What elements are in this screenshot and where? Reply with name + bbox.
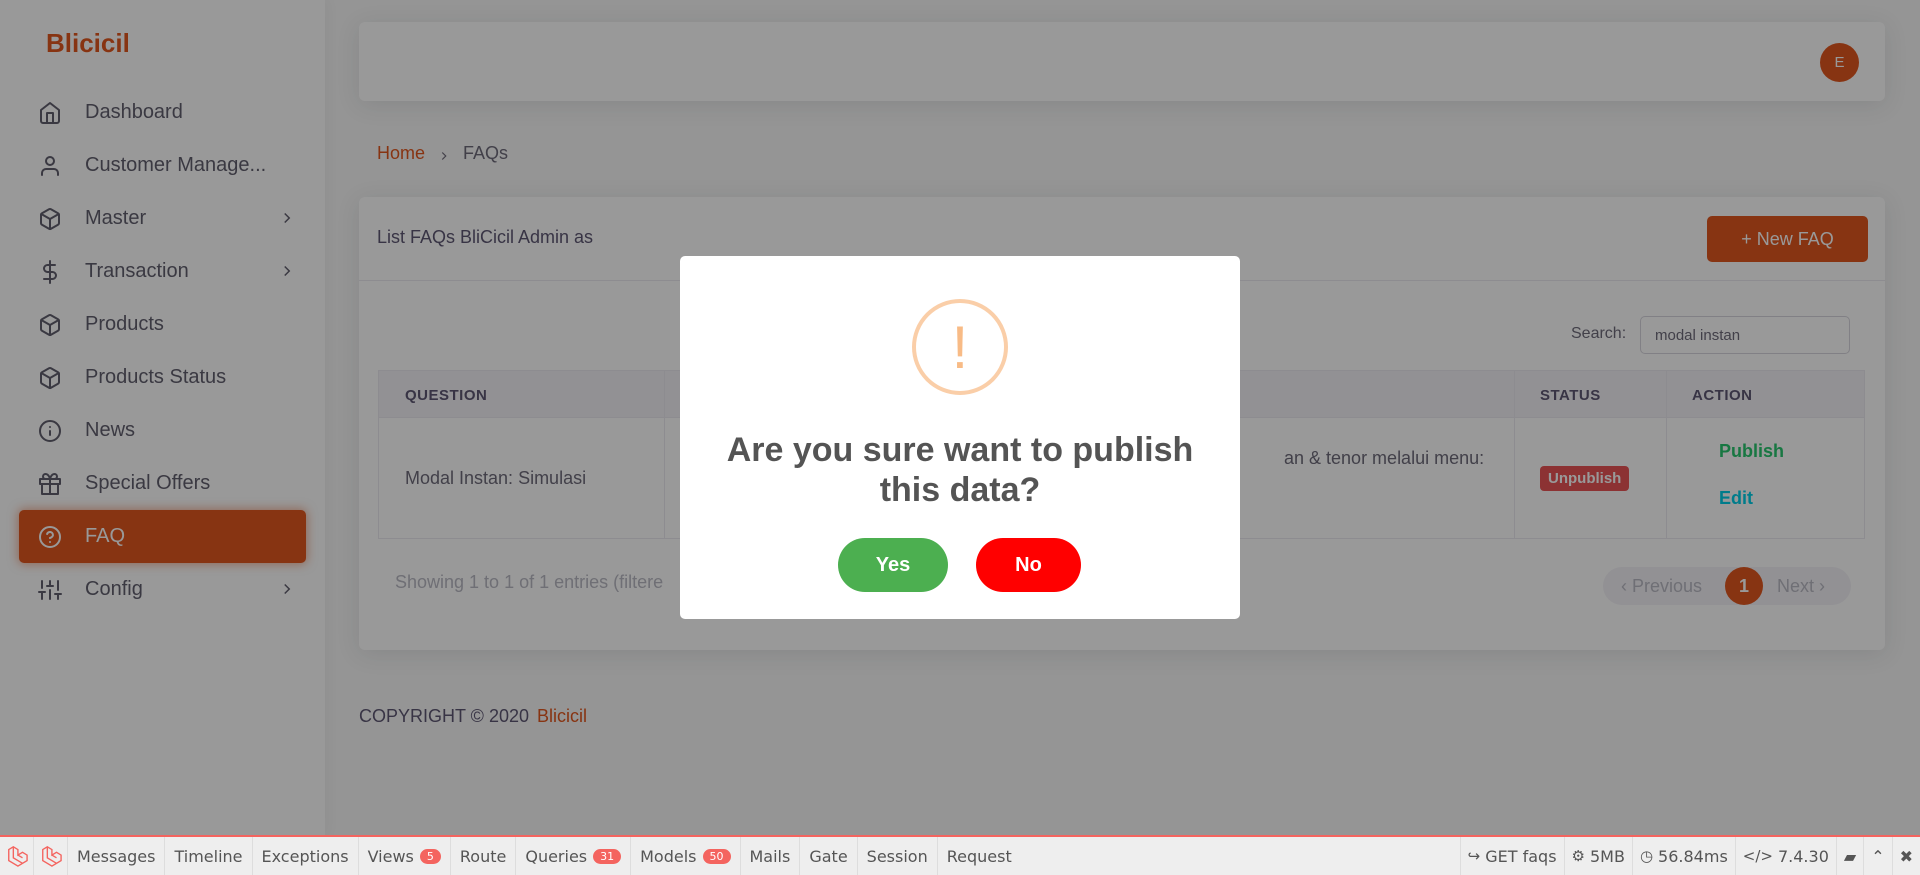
debug-tab-label: Models xyxy=(640,846,697,866)
debug-time-indicator: ◷ 56.84ms xyxy=(1631,837,1735,875)
debug-tab-label: Queries xyxy=(525,846,588,866)
code-icon: </> xyxy=(1742,847,1773,865)
debug-tab-gate[interactable]: Gate xyxy=(800,837,858,875)
close-icon[interactable]: ✖ xyxy=(1891,837,1920,875)
clock-icon: ◷ xyxy=(1639,847,1654,865)
debug-tab-messages[interactable]: Messages xyxy=(68,837,166,875)
debugbar-right: ↪ GET faqs ⚙ 5MB ◷ 56.84ms </> 7.4.30 ▰ ⌃ ✖ xyxy=(1459,837,1920,875)
modal-backdrop[interactable]: ! Are you sure want to publish this data… xyxy=(0,0,1920,835)
count-badge: 31 xyxy=(593,848,622,864)
debug-tab-label: Gate xyxy=(809,846,848,866)
confirm-yes-button[interactable]: Yes xyxy=(838,538,948,592)
debug-tab-label: Route xyxy=(459,846,507,866)
debug-tab-session[interactable]: Session xyxy=(858,837,938,875)
debug-tab-queries[interactable]: Queries 31 xyxy=(516,837,632,875)
debug-memory-indicator: ⚙ 5MB xyxy=(1563,837,1632,875)
debug-request-label: GET faqs xyxy=(1485,846,1557,866)
debug-memory-label: 5MB xyxy=(1589,846,1625,866)
confirm-no-button[interactable]: No xyxy=(976,538,1081,592)
count-badge: 50 xyxy=(702,848,731,864)
debug-tab-label: Views xyxy=(367,846,414,866)
debug-tab-label: Timeline xyxy=(174,846,243,866)
warning-icon: ! xyxy=(912,299,1008,395)
confirm-dialog: ! Are you sure want to publish this data… xyxy=(680,256,1240,619)
debug-php-version: </> 7.4.30 xyxy=(1734,837,1836,875)
debug-php-label: 7.4.30 xyxy=(1777,846,1829,866)
share-icon: ↪ xyxy=(1467,847,1481,865)
count-badge: 5 xyxy=(419,848,441,864)
debug-tab-label: Mails xyxy=(749,846,791,866)
debug-tab-mails[interactable]: Mails xyxy=(741,837,801,875)
debug-tab-route[interactable]: Route xyxy=(451,837,517,875)
laravel-logo-icon[interactable] xyxy=(0,837,34,875)
debug-tab-timeline[interactable]: Timeline xyxy=(165,837,253,875)
debug-tab-models[interactable]: Models 50 xyxy=(631,837,741,875)
debug-tab-label: Session xyxy=(866,846,928,866)
cogs-icon: ⚙ xyxy=(1571,847,1585,865)
debug-tab-exceptions[interactable]: Exceptions xyxy=(253,837,359,875)
dialog-title: Are you sure want to publish this data? xyxy=(726,431,1194,509)
debugbar: Messages Timeline Exceptions Views 5 Rout… xyxy=(0,835,1920,875)
folder-icon[interactable]: ▰ xyxy=(1835,837,1863,875)
debug-tab-request[interactable]: Request xyxy=(938,837,1021,875)
debug-tab-views[interactable]: Views 5 xyxy=(359,837,451,875)
debug-tab-label: Messages xyxy=(77,846,156,866)
laravel-logo-icon[interactable] xyxy=(34,837,68,875)
debug-tab-label: Exceptions xyxy=(261,846,349,866)
debug-time-label: 56.84ms xyxy=(1658,846,1728,866)
debug-request-indicator[interactable]: ↪ GET faqs xyxy=(1459,837,1564,875)
debug-tab-label: Request xyxy=(946,846,1012,866)
warning-icon-glyph: ! xyxy=(951,313,969,381)
chevron-up-icon[interactable]: ⌃ xyxy=(1863,837,1891,875)
